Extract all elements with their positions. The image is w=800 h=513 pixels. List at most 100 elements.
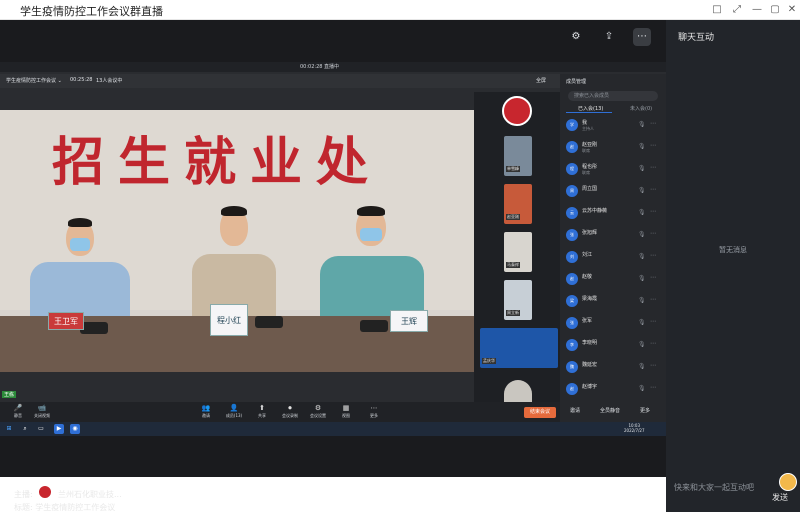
member-row[interactable]: 周周立国 🎙 ⋯ [560,182,666,201]
more-icon[interactable]: ⋯ [650,296,656,303]
expand-icon[interactable]: ⤢ [730,3,744,17]
more-icon[interactable]: ⋯ [650,142,656,149]
toolbar-label: 会议设置 [310,413,326,418]
member-row[interactable]: 张张军 🎙 ⋯ [560,314,666,333]
tab-not-joined[interactable]: 未入会(0) [630,105,652,112]
nameplate-left: 王卫军 [48,312,84,330]
more-icon[interactable]: ⋯ [650,120,656,127]
chat-input[interactable]: 快来和大家一起互动吧 [674,482,754,493]
more-icon[interactable]: ⋯ [650,252,656,259]
microphone-icon[interactable]: 🎙 [638,385,646,392]
member-row[interactable]: 赵赵亚刚 联席 🎙 ⋯ [560,138,666,157]
thumbnail-label: 周立新 [506,310,520,316]
toolbar-button[interactable]: 👤 成员(13) [220,404,248,419]
chat-panel: 聊天互动 暂无消息 快来和大家一起互动吧 发送 [666,20,800,512]
toolbar-button[interactable]: ▦ 视图 [332,404,360,419]
toolbar-button[interactable]: ⏺ 会议录制 [276,404,304,419]
member-name: 张旭辉 [582,230,598,236]
microphone-icon[interactable]: 🎙 [638,341,646,348]
end-meeting-button[interactable]: 结束会议 [524,407,556,418]
app-icon[interactable]: ▶ [54,424,64,434]
thumbnail-video[interactable]: 赵亚刚 [504,184,532,224]
member-panel-buttons: 邀请 全员静音 更多 [560,404,666,422]
member-name: 李晓明 [582,340,598,346]
share-icon[interactable]: ⇪ [600,28,618,46]
more-icon[interactable]: ⋯ [650,318,656,325]
toolbar-button[interactable]: ⬆ 共享 [248,404,276,419]
nameplate-center: 程小红 [210,304,248,336]
member-row[interactable]: 魏魏延宏 🎙 ⋯ [560,358,666,377]
task-view-icon[interactable]: ▭ [36,424,46,434]
microphone-icon[interactable]: 🎙 [638,363,646,370]
more-icon[interactable]: ⋯ [650,164,656,171]
app-icon[interactable]: ◉ [70,424,80,434]
more-icon[interactable]: ⋯ [650,186,656,193]
thumbnail-video[interactable]: 周立新 [504,280,532,320]
toolbar-icon: ⏺ [288,404,292,412]
microphone-icon[interactable]: 🎙 [638,297,646,304]
avatar: 云 [566,207,578,219]
microphone-icon[interactable]: 🎙 [638,121,646,128]
toolbar-label: 邀请 [202,413,210,418]
avatar: 周 [566,185,578,197]
member-row[interactable]: 梁梁海霞 🎙 ⋯ [560,292,666,311]
thumbnail-label: 赵亚刚 [506,214,520,220]
more-icon[interactable]: ⋯ [650,340,656,347]
settings-icon[interactable]: ⚙ [567,28,585,46]
microphone-icon[interactable]: 🎙 [638,275,646,282]
toolbar-label: 会议录制 [282,413,298,418]
more-icon[interactable]: ⋯ [650,208,656,215]
toolbar-label: 视图 [342,413,350,418]
member-row[interactable]: 赵赵敬 🎙 ⋯ [560,270,666,289]
maximize-icon[interactable]: ▢ [768,3,782,17]
pin-icon[interactable]: □ [710,3,724,17]
member-search-input[interactable]: 搜索已入会成员 [568,91,658,101]
member-row[interactable]: 赵赵博宇 🎙 ⋯ [560,380,666,399]
microphone-icon[interactable]: 🎙 [638,187,646,194]
member-row[interactable]: 张张旭辉 🎙 ⋯ [560,226,666,245]
recording-bar: 00:02:28 直播中 [0,62,666,72]
toolbar-button[interactable]: ⋯ 更多 [360,404,388,419]
toolbar-button[interactable]: 👥 邀请 [192,404,220,419]
thumbnail-video[interactable]: 孟庆华 [480,328,558,368]
member-row[interactable]: 程程也彤 联席 🎙 ⋯ [560,160,666,179]
member-row[interactable]: 李李晓明 🎙 ⋯ [560,336,666,355]
fullscreen-button[interactable]: 全屏 [536,77,546,84]
microphone-icon[interactable]: 🎙 [638,319,646,326]
minimize-icon[interactable]: — [750,3,764,17]
more-icon[interactable]: ⋯ [650,362,656,369]
more-icon[interactable]: ⋯ [650,274,656,281]
mute-all-button[interactable]: 全员静音 [600,407,620,414]
member-row[interactable]: 学我主持人 🎙 ⋯ [560,116,666,135]
member-role: 联席 [582,148,590,153]
toolbar-button[interactable]: ⚙ 会议设置 [304,404,332,419]
member-name: 我 [582,120,588,126]
meeting-name[interactable]: 学生疫情防控工作会议 ⌄ [6,77,62,84]
host-name[interactable]: 兰州石化职业技... [58,489,122,500]
member-name: 云苏中静薇 [582,208,608,214]
thumbnail-video[interactable]: 马泰祥 [504,232,532,272]
microphone-icon[interactable]: 🎙 [638,143,646,150]
member-row[interactable]: 刘刘江 🎙 ⋯ [560,248,666,267]
invite-button[interactable]: 邀请 [570,407,580,414]
send-button[interactable]: 发送 [766,490,794,506]
member-row[interactable]: 云云苏中静薇 🎙 ⋯ [560,204,666,223]
toolbar-icon: 👥 [201,404,211,412]
tab-joined[interactable]: 已入会(13) [578,105,603,112]
microphone-icon[interactable]: 🎙 [638,209,646,216]
close-icon[interactable]: ✕ [785,3,799,17]
more-button[interactable]: 更多 [640,407,650,414]
toolbar-label: 关闭视频 [34,413,50,418]
toolbar-icon: ⬆ [259,404,265,412]
more-icon[interactable]: ⋯ [633,28,651,46]
more-icon[interactable]: ⋯ [650,230,656,237]
microphone-icon[interactable]: 🎙 [638,231,646,238]
microphone-icon[interactable]: 🎙 [638,253,646,260]
search-icon[interactable]: ⌕ [20,424,30,434]
toolbar-button[interactable]: 📹 关闭视频 [28,404,56,419]
speaker-label: 王栋 [2,391,17,398]
microphone-icon[interactable]: 🎙 [638,165,646,172]
more-icon[interactable]: ⋯ [650,384,656,391]
windows-start-icon[interactable]: ⊞ [4,424,14,434]
thumbnail-video[interactable]: 单雪峰 [504,136,532,176]
